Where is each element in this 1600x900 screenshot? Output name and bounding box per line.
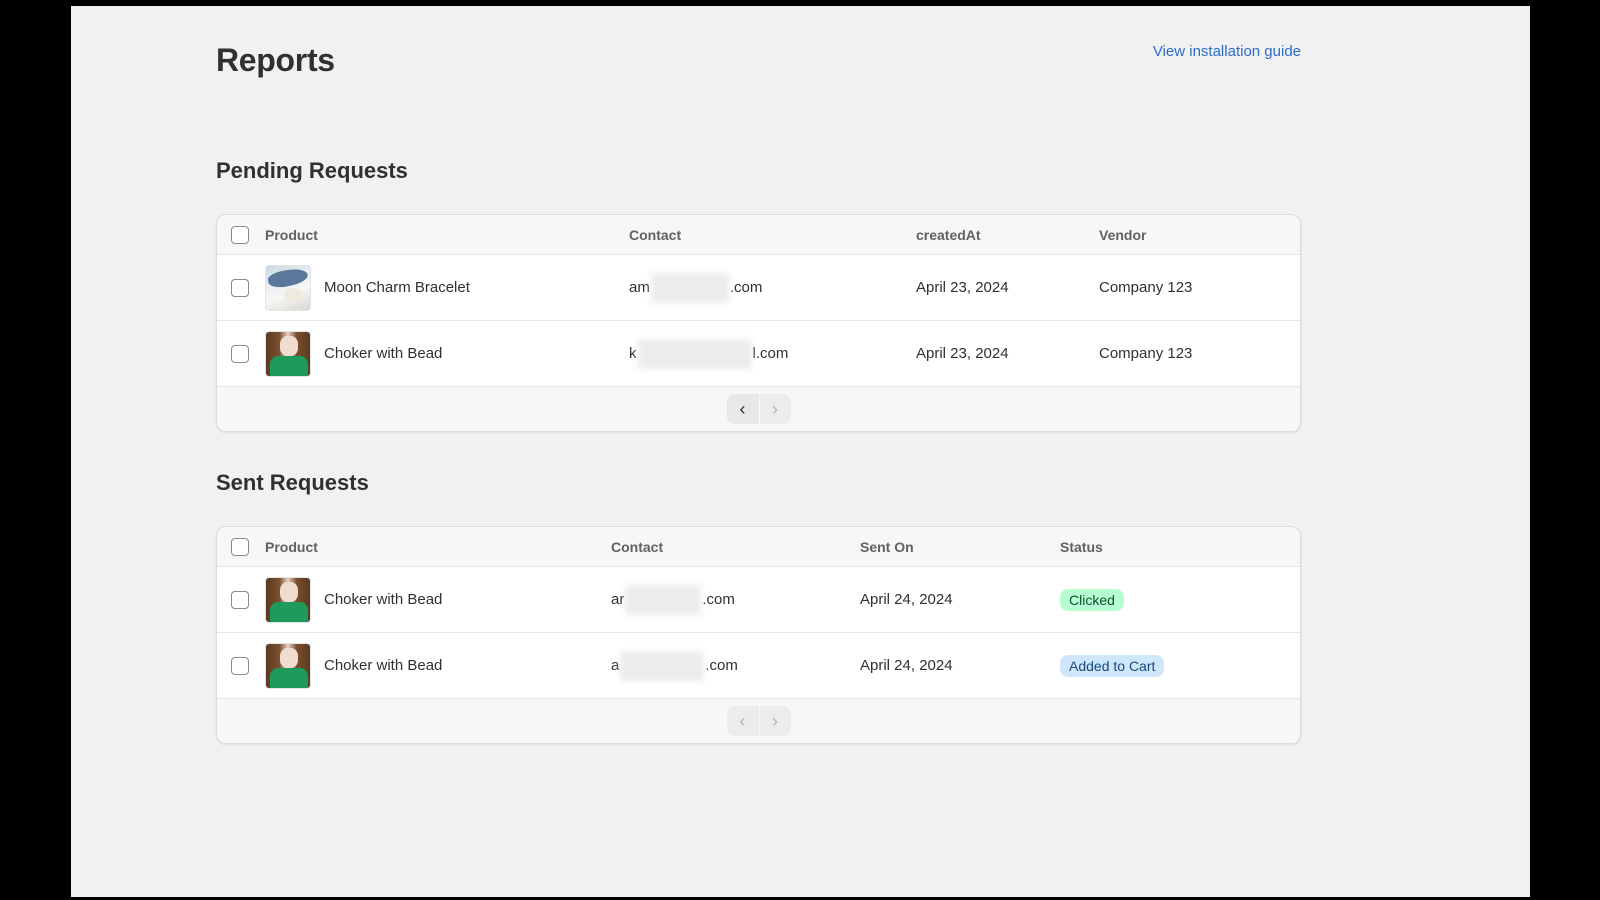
column-header-status[interactable]: Status: [1060, 527, 1103, 566]
product-cell: Choker with Bead: [265, 633, 442, 698]
table-header-row: Product Contact createdAt Vendor: [217, 215, 1300, 255]
pagination-bar: ‹ ›: [217, 387, 1300, 431]
main-content: Reports View installation guide Pending …: [216, 6, 1301, 744]
contact-suffix: .com: [702, 591, 735, 608]
contact-cell: am .com: [629, 255, 762, 320]
vendor-cell: Company 123: [1099, 279, 1193, 296]
status-cell: Clicked: [1060, 567, 1124, 632]
contact-cell: k l.com: [629, 321, 788, 386]
app-frame: Reports View installation guide Pending …: [71, 6, 1530, 897]
view-installation-guide-link[interactable]: View installation guide: [1153, 43, 1301, 60]
product-name: Choker with Bead: [324, 657, 443, 674]
previous-page-button[interactable]: ‹: [726, 394, 759, 424]
sent-requests-section: Sent Requests Product Contact Sent On St…: [216, 468, 1301, 744]
table-row[interactable]: Choker with Bead a .com April 24, 2024 A…: [217, 633, 1300, 699]
status-badge: Clicked: [1060, 588, 1124, 611]
row-checkbox[interactable]: [231, 344, 249, 363]
next-page-button[interactable]: ›: [758, 394, 791, 424]
chevron-right-icon: ›: [772, 710, 778, 731]
pending-requests-table: Product Contact createdAt Vendor Moon Ch…: [216, 214, 1301, 432]
contact-prefix: k: [629, 345, 637, 362]
section-title: Pending Requests: [216, 158, 408, 183]
created-at-cell: April 23, 2024: [916, 279, 1009, 296]
product-thumbnail: [265, 264, 311, 311]
contact-suffix: .com: [729, 279, 763, 296]
column-header-contact[interactable]: Contact: [611, 527, 663, 566]
product-cell: Moon Charm Bracelet: [265, 255, 470, 320]
product-thumbnail: [265, 576, 311, 623]
product-name: Moon Charm Bracelet: [324, 279, 470, 296]
sent-on-cell: April 24, 2024: [860, 591, 953, 608]
contact-prefix: am: [629, 279, 650, 296]
previous-page-button[interactable]: ‹: [726, 706, 759, 736]
frame-edge: [134, 726, 142, 886]
row-checkbox[interactable]: [231, 656, 249, 675]
select-all-checkbox[interactable]: [231, 537, 249, 556]
column-header-createdat[interactable]: createdAt: [916, 215, 981, 254]
vendor-cell: Company 123: [1099, 345, 1193, 362]
status-cell: Added to Cart: [1060, 633, 1165, 698]
contact-prefix: ar: [611, 591, 625, 608]
pagination-bar: ‹ ›: [217, 699, 1300, 743]
pagination: ‹ ›: [726, 706, 791, 736]
page-title: Reports: [216, 42, 335, 78]
column-header-sent-on[interactable]: Sent On: [860, 527, 914, 566]
product-name: Choker with Bead: [324, 345, 443, 362]
contact-cell: ar .com: [611, 567, 735, 632]
column-header-contact[interactable]: Contact: [629, 215, 681, 254]
next-page-button[interactable]: ›: [758, 706, 791, 736]
contact-redaction: [650, 272, 729, 303]
contact-prefix: a: [611, 657, 620, 674]
table-row[interactable]: Choker with Bead k l.com April 23, 2024 …: [217, 321, 1300, 387]
chevron-right-icon: ›: [772, 398, 778, 419]
column-header-product[interactable]: Product: [265, 215, 318, 254]
contact-redaction: [620, 650, 705, 681]
row-checkbox[interactable]: [231, 590, 249, 609]
chevron-left-icon: ‹: [739, 710, 746, 731]
contact-suffix: l.com: [752, 345, 789, 362]
contact-redaction: [637, 338, 752, 369]
product-thumbnail: [265, 330, 311, 377]
sent-requests-table: Product Contact Sent On Status Choker wi…: [216, 526, 1301, 744]
row-checkbox[interactable]: [231, 278, 249, 297]
column-header-vendor[interactable]: Vendor: [1099, 215, 1146, 254]
select-all-checkbox[interactable]: [231, 225, 249, 244]
product-thumbnail: [265, 642, 311, 689]
column-header-product[interactable]: Product: [265, 527, 318, 566]
contact-cell: a .com: [611, 633, 738, 698]
product-cell: Choker with Bead: [265, 321, 442, 386]
contact-suffix: .com: [705, 657, 738, 674]
pending-requests-section: Pending Requests Product Contact created…: [216, 156, 1301, 432]
pagination: ‹ ›: [726, 394, 791, 424]
contact-redaction: [625, 584, 702, 615]
sent-on-cell: April 24, 2024: [860, 657, 953, 674]
page-header: Reports View installation guide: [216, 6, 1301, 116]
table-row[interactable]: Moon Charm Bracelet am .com April 23, 20…: [217, 255, 1300, 321]
created-at-cell: April 23, 2024: [916, 345, 1009, 362]
table-row[interactable]: Choker with Bead ar .com April 24, 2024 …: [217, 567, 1300, 633]
product-cell: Choker with Bead: [265, 567, 442, 632]
chevron-left-icon: ‹: [739, 398, 746, 419]
status-badge: Added to Cart: [1060, 654, 1165, 677]
product-name: Choker with Bead: [324, 591, 443, 608]
table-header-row: Product Contact Sent On Status: [217, 527, 1300, 567]
section-title: Sent Requests: [216, 470, 369, 495]
